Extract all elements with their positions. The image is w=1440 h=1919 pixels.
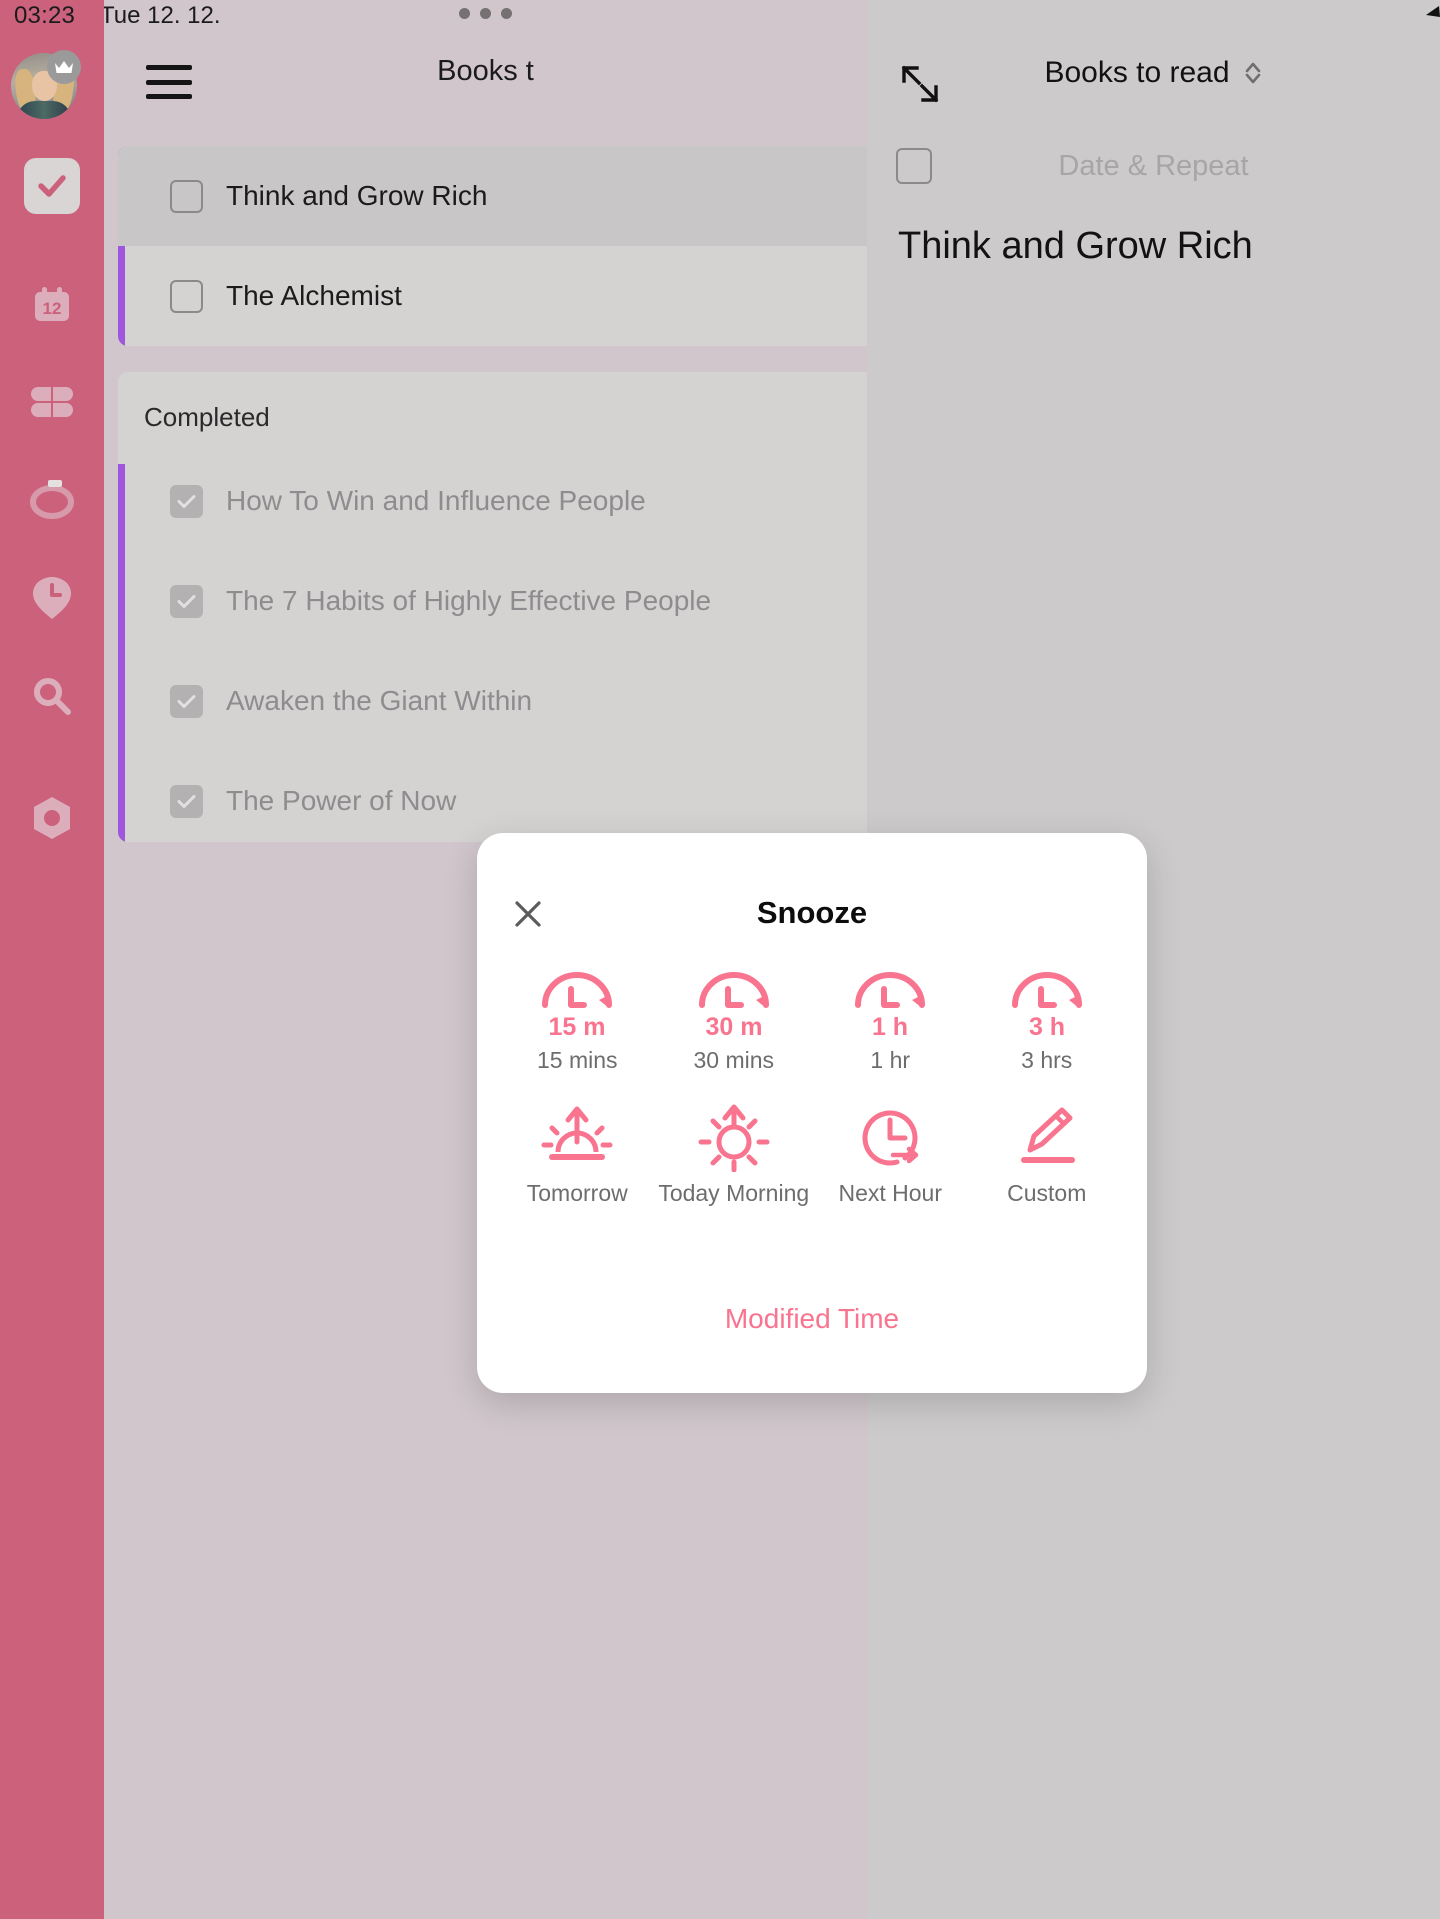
svg-text:15 m: 15 m bbox=[549, 1013, 606, 1041]
snooze-dialog-title: Snooze bbox=[756, 895, 868, 930]
task-checkbox[interactable] bbox=[170, 179, 203, 213]
snooze-option-label: Custom bbox=[1007, 1179, 1087, 1206]
task-checkbox[interactable] bbox=[170, 784, 203, 818]
hamburger-bar-3 bbox=[146, 94, 192, 99]
sun-icon bbox=[697, 1100, 771, 1174]
dot-1 bbox=[459, 8, 470, 19]
snooze-option-today-morning[interactable]: Today Morning bbox=[656, 1100, 813, 1207]
snooze-30m-icon: 30 m bbox=[692, 967, 776, 1041]
clock-pin-icon bbox=[33, 577, 71, 619]
sidebar-item-categories[interactable] bbox=[24, 374, 80, 430]
task-label: Think and Grow Rich bbox=[226, 180, 488, 211]
sidebar-item-progress[interactable] bbox=[24, 472, 80, 528]
snooze-option-tomorrow[interactable]: Tomorrow bbox=[499, 1100, 656, 1207]
snooze-option-30-mins[interactable]: 30 m 30 mins bbox=[656, 967, 813, 1074]
list-title: Books t bbox=[437, 55, 534, 87]
snooze-dialog: Snooze 15 m 15 mins 30 m 30 mins 1 h 1 h… bbox=[477, 833, 1147, 1393]
snooze-option-custom[interactable]: Custom bbox=[969, 1100, 1126, 1207]
task-checkbox[interactable] bbox=[170, 584, 203, 618]
snooze-option-label: Tomorrow bbox=[526, 1179, 628, 1206]
snooze-option-label: Next Hour bbox=[838, 1179, 943, 1206]
task-checkbox[interactable] bbox=[170, 279, 203, 313]
pencil-icon bbox=[1010, 1100, 1084, 1174]
check-tasks-icon bbox=[38, 175, 66, 197]
task-label: The 7 Habits of Highly Effective People bbox=[226, 585, 712, 616]
task-checkbox[interactable] bbox=[170, 484, 203, 518]
clock-arrow-icon bbox=[853, 1100, 927, 1174]
sidebar-item-search[interactable] bbox=[24, 668, 80, 724]
status-bar-time: 03:23 bbox=[14, 2, 76, 29]
chevron-updown-icon bbox=[1245, 62, 1260, 84]
avatar-clothing bbox=[17, 101, 71, 119]
task-label: Awaken the Giant Within bbox=[226, 685, 533, 716]
snooze-option-label: 1 hr bbox=[870, 1047, 911, 1073]
snooze-option-next-hour[interactable]: Next Hour bbox=[812, 1100, 969, 1207]
app-root: 03:23 12 Tue 12. 12. Books t Think and G… bbox=[0, 0, 1440, 1919]
settings-hex-icon bbox=[34, 797, 70, 839]
dot-2 bbox=[480, 8, 491, 19]
left-nav-rail: 03:23 12 bbox=[0, 0, 104, 1919]
modified-time-link[interactable]: Modified Time bbox=[477, 1303, 1147, 1335]
snooze-option-15-mins[interactable]: 15 m 15 mins bbox=[499, 967, 656, 1074]
snooze-15m-icon: 15 m bbox=[535, 967, 619, 1041]
dot-3 bbox=[501, 8, 512, 19]
snooze-options-grid: 15 m 15 mins 30 m 30 mins 1 h 1 hr 3 h 3… bbox=[499, 967, 1125, 1207]
snooze-option-label: 3 hrs bbox=[1021, 1047, 1073, 1073]
snooze-option-label: 15 mins bbox=[536, 1047, 618, 1073]
svg-text:30 m: 30 m bbox=[705, 1013, 762, 1041]
detail-task-name[interactable]: Think and Grow Rich bbox=[898, 225, 1253, 268]
avatar[interactable] bbox=[11, 50, 81, 119]
calendar-12-icon: 12 bbox=[35, 287, 69, 321]
sidebar-item-settings[interactable] bbox=[24, 790, 80, 846]
sidebar-item-recent[interactable] bbox=[24, 570, 80, 626]
sidebar-item-tasks[interactable] bbox=[24, 158, 80, 214]
snooze-option-1-hr[interactable]: 1 h 1 hr bbox=[812, 967, 969, 1074]
task-checkbox[interactable] bbox=[170, 684, 203, 718]
svg-text:1 h: 1 h bbox=[872, 1013, 908, 1041]
svg-text:3 h: 3 h bbox=[1029, 1013, 1065, 1041]
crown-icon bbox=[47, 50, 81, 84]
detail-list-title[interactable]: Books to read bbox=[867, 56, 1440, 90]
date-repeat-placeholder[interactable]: Date & Repeat bbox=[867, 150, 1440, 183]
snooze-option-3-hrs[interactable]: 3 h 3 hrs bbox=[969, 967, 1126, 1074]
snooze-1h-icon: 1 h bbox=[848, 967, 932, 1041]
task-label: How To Win and Influence People bbox=[226, 485, 646, 516]
grid-categories-icon bbox=[31, 387, 73, 417]
task-label: The Power of Now bbox=[226, 785, 457, 816]
task-label: The Alchemist bbox=[226, 280, 402, 311]
search-icon bbox=[34, 678, 71, 715]
snooze-3h-icon: 3 h bbox=[1005, 967, 1089, 1041]
svg-text:12: 12 bbox=[43, 299, 62, 318]
sunrise-icon bbox=[540, 1100, 614, 1174]
cursor-arrow-icon bbox=[1414, 0, 1440, 35]
snooze-option-label: Today Morning bbox=[658, 1179, 810, 1206]
snooze-option-label: 30 mins bbox=[693, 1047, 775, 1073]
more-dots-icon[interactable] bbox=[104, 8, 867, 19]
progress-ring-icon bbox=[30, 480, 74, 519]
detail-list-title-label: Books to read bbox=[1044, 56, 1230, 89]
sidebar-item-calendar[interactable]: 12 bbox=[24, 278, 80, 334]
